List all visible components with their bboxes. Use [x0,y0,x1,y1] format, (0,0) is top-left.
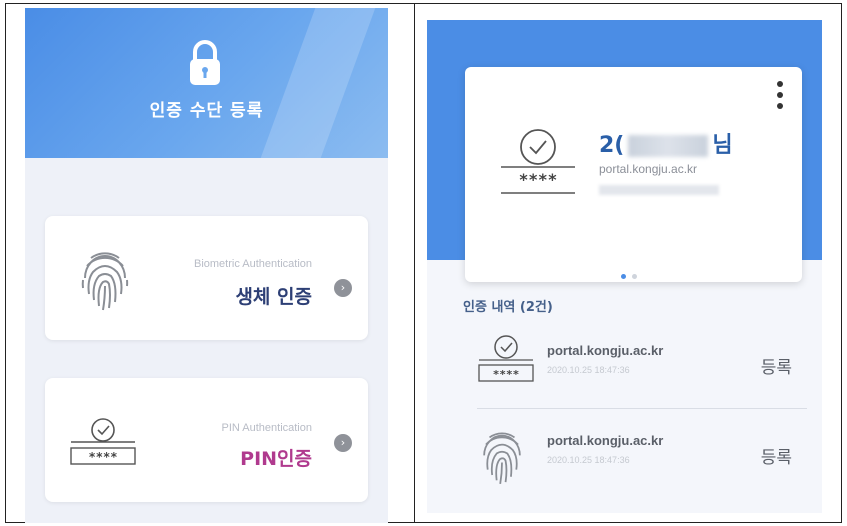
history-item[interactable]: **** portal.kongju.ac.kr 2020.10.25 18:4… [477,325,807,405]
auth-history-screen: **** 2(님 portal.kongju.ac.kr 인증 내역 (2건) … [427,20,822,513]
biometric-auth-card[interactable]: Biometric Authentication 생체 인증 › [45,216,368,340]
history-status: 등록 [760,448,792,468]
pin-icon: **** [70,418,136,465]
pin-auth-subtitle: PIN Authentication [221,422,312,434]
chevron-right-icon: › [334,279,352,297]
history-time: 2020.10.25 18:47:36 [547,455,630,465]
lock-icon [190,40,220,85]
page-dot-active[interactable] [621,274,626,279]
pin-auth-card[interactable]: **** PIN Authentication PIN인증 › [45,378,368,502]
account-name-prefix: 2( [599,133,625,158]
pin-auth-label: PIN인증 [240,448,312,470]
history-time: 2020.10.25 18:47:36 [547,365,630,375]
account-detail-redacted [599,185,719,195]
more-options-icon[interactable] [776,81,784,115]
page-title: 인증 수단 등록 [149,101,264,121]
history-host: portal.kongju.ac.kr [547,343,664,358]
svg-text:****: **** [519,170,558,189]
biometric-auth-label: 생체 인증 [235,286,312,308]
auth-method-screen: 인증 수단 등록 Biometric Authentication 생체 인증 … [25,8,388,523]
fingerprint-icon [81,252,129,311]
page-dot[interactable] [632,274,637,279]
account-name: 2( 님 [599,127,733,159]
account-card[interactable]: **** 2( 님 portal.kongju.ac.kr [465,67,802,282]
history-host: portal.kongju.ac.kr [547,433,664,448]
biometric-auth-subtitle: Biometric Authentication [193,258,312,270]
history-title: 인증 내역 (2건) [463,300,553,315]
account-host: portal.kongju.ac.kr [599,162,698,176]
header-decoration [260,8,376,158]
pin-icon: **** [501,129,575,194]
history-status: 등록 [760,358,792,378]
svg-text:****: **** [493,368,520,381]
chevron-right-icon: › [334,434,352,452]
table-divider [414,3,415,523]
fingerprint-icon [483,432,521,485]
account-name-redacted [628,135,709,157]
auth-method-header: 인증 수단 등록 [25,8,388,158]
history-separator [477,408,807,409]
page-indicator [621,264,643,283]
history-item[interactable]: portal.kongju.ac.kr 2020.10.25 18:47:36 … [477,415,807,495]
account-name-suffix: 님 [712,133,733,158]
svg-text:****: **** [89,450,118,464]
pin-icon: **** [478,335,534,382]
